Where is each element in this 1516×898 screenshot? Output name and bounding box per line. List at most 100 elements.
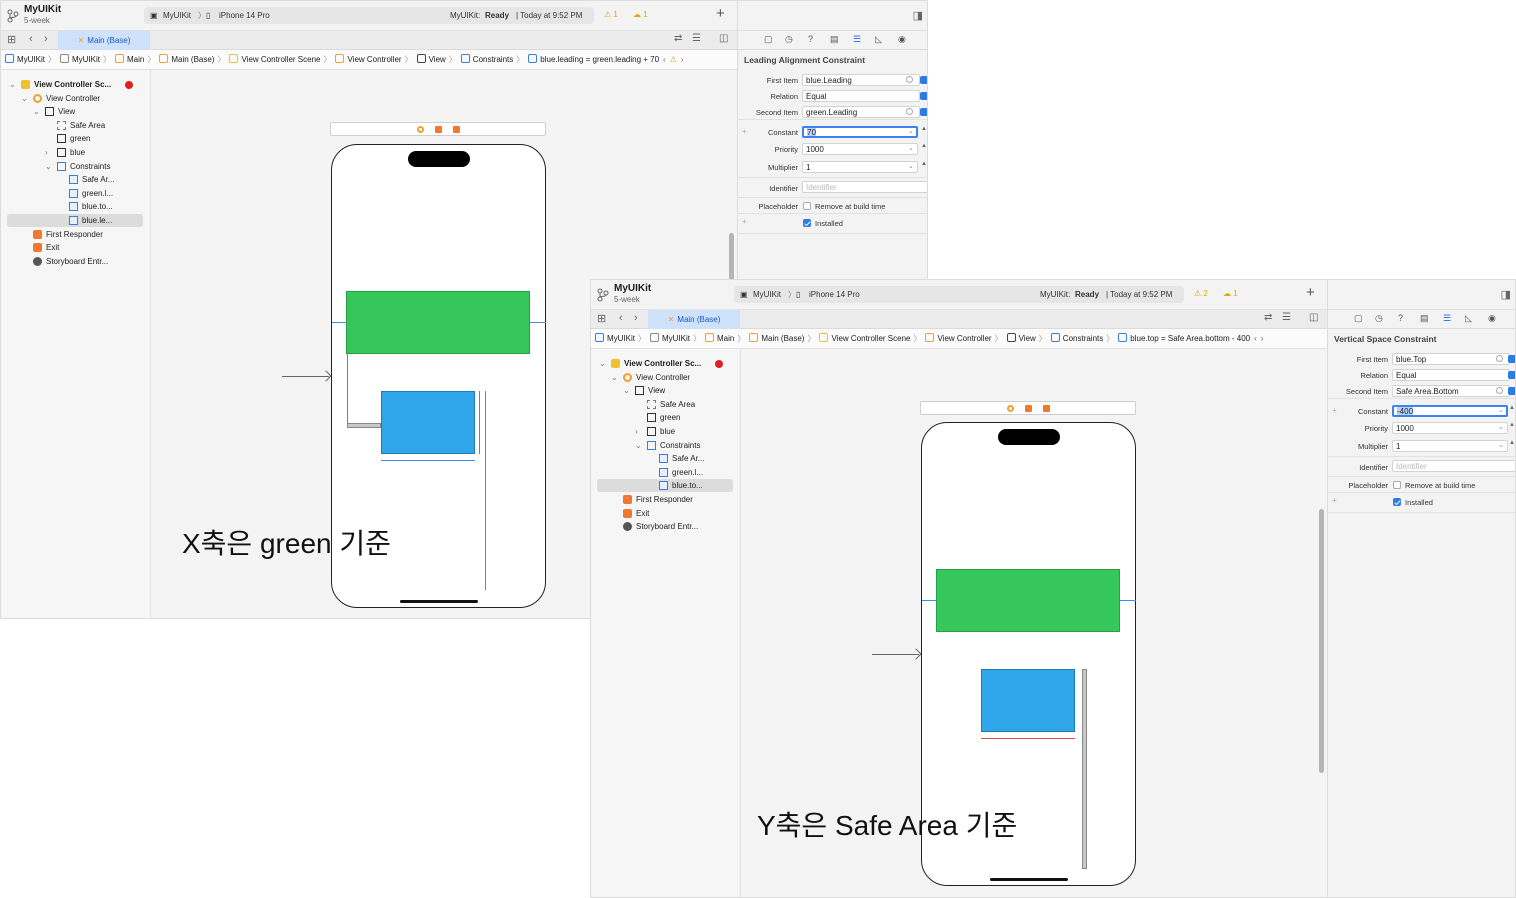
green-view[interactable] — [346, 291, 530, 354]
outline-item[interactable]: Storyboard Entr... — [597, 520, 733, 533]
issue-icon[interactable]: ☁ 1 — [633, 10, 648, 19]
breadcrumb-item[interactable]: Main — [705, 329, 734, 348]
chevron-down-icon[interactable]: ⌄ — [611, 371, 618, 384]
constant-field[interactable]: -400 — [1392, 405, 1508, 417]
outline-item[interactable]: green.l... — [597, 466, 733, 479]
scene-dock[interactable] — [330, 122, 546, 136]
priority-field[interactable]: 1000 — [1392, 422, 1508, 434]
swap-icon[interactable]: ⇄ — [674, 33, 682, 44]
outline-item[interactable]: ⌄ View Controller — [7, 92, 143, 105]
tab-main-base[interactable]: ✕ Main (Base) — [648, 310, 740, 329]
outline-item[interactable]: ⌄ View — [7, 105, 143, 118]
scrollbar[interactable] — [1319, 509, 1324, 773]
priority-field[interactable]: 1000 — [802, 143, 918, 155]
outline-item[interactable]: Safe Ar... — [7, 173, 143, 186]
outline-item[interactable]: ⌄ View — [597, 384, 733, 397]
scheme-app[interactable]: MyUIKit — [163, 7, 191, 24]
popup-button[interactable] — [920, 76, 927, 84]
stepper[interactable]: ▲ — [921, 143, 927, 155]
storyboard-canvas[interactable]: Y축은 Safe Area 기준 — [741, 349, 1327, 897]
lines-icon[interactable]: ☰ — [1282, 312, 1291, 323]
breadcrumb-item[interactable]: Main (Base) — [159, 50, 214, 69]
outline-item[interactable]: First Responder — [7, 228, 143, 241]
breadcrumb-item[interactable]: blue.leading = green.leading + 70 — [528, 50, 659, 69]
green-view[interactable] — [936, 569, 1120, 632]
add-variation-icon[interactable]: + — [1332, 406, 1337, 415]
blue-view[interactable] — [981, 669, 1075, 732]
breadcrumb-item[interactable]: View — [1006, 329, 1036, 348]
stepper[interactable]: ▲ — [1509, 405, 1515, 417]
breadcrumb-item[interactable]: MyUIKit — [650, 329, 690, 348]
first-item-field[interactable]: blue.Leading — [802, 74, 920, 86]
issue-navigation[interactable]: ‹ — [663, 50, 666, 69]
history-icon[interactable]: ◷ — [785, 34, 793, 45]
chevron-down-icon[interactable]: ⌄ — [623, 384, 630, 397]
chevron-down-icon[interactable]: ⌄ — [21, 92, 28, 105]
tab-main-base[interactable]: ✕ Main (Base) — [58, 31, 150, 50]
help-icon[interactable]: ? — [808, 34, 813, 44]
lines-icon[interactable]: ☰ — [692, 33, 701, 44]
outline-item[interactable]: ⌄ View Controller Sc... — [597, 357, 733, 370]
popup-button[interactable] — [920, 108, 927, 116]
scheme-bar[interactable]: ▣ MyUIKit 〉 ▯ iPhone 14 Pro MyUIKit: Rea… — [734, 286, 1184, 303]
connections-icon[interactable]: ◉ — [898, 34, 906, 45]
scheme-bar[interactable]: ▣ MyUIKit 〉 ▯ iPhone 14 Pro MyUIKit: Rea… — [144, 7, 594, 24]
entry-point-arrow[interactable] — [282, 376, 329, 377]
warning-icon[interactable]: ⚠ 2 — [1194, 289, 1208, 298]
breadcrumb-item[interactable]: MyUIKit — [595, 329, 635, 348]
selected-vertical-constraint[interactable] — [1082, 669, 1087, 869]
breadcrumb-item[interactable]: View Controller Scene — [229, 50, 320, 69]
attributes-icon[interactable]: ☰ — [1443, 313, 1451, 324]
constraint-line[interactable] — [332, 322, 346, 323]
error-icon[interactable] — [715, 360, 723, 368]
outline-item[interactable]: › blue — [597, 425, 733, 438]
first-responder-icon[interactable] — [435, 126, 442, 133]
identifier-field[interactable]: Identifier — [1392, 460, 1515, 472]
breadcrumb-item[interactable]: Constraints — [460, 50, 513, 69]
outline-item[interactable]: First Responder — [597, 493, 733, 506]
scheme-device[interactable]: iPhone 14 Pro — [809, 286, 860, 303]
relation-field[interactable]: Equal — [1392, 369, 1510, 381]
split-editor-icon[interactable]: ◫ — [719, 33, 728, 44]
issue-navigation[interactable]: › — [1261, 329, 1264, 348]
back-button[interactable]: ‹ — [619, 312, 623, 324]
constraint-line[interactable] — [922, 600, 936, 601]
outline-item[interactable]: Storyboard Entr... — [7, 255, 143, 268]
constraint-line[interactable] — [347, 354, 348, 424]
constraint-line[interactable] — [485, 391, 486, 590]
size-icon[interactable]: ◺ — [1465, 313, 1472, 324]
outline-item[interactable]: Safe Area — [7, 119, 143, 132]
constant-field[interactable]: 70 — [802, 126, 918, 138]
popup-button[interactable] — [920, 92, 927, 100]
popup-button[interactable] — [1508, 355, 1515, 363]
installed-checkbox[interactable] — [1393, 498, 1401, 506]
add-variation-icon[interactable]: + — [742, 217, 747, 226]
stepper[interactable]: ▲ — [921, 161, 927, 173]
issue-icon[interactable]: ☁ 1 — [1223, 289, 1238, 298]
grid-icon[interactable]: ⊞ — [7, 33, 16, 46]
warning-icon[interactable]: ⚠ 1 — [604, 10, 618, 19]
multiplier-field[interactable]: 1 — [802, 161, 918, 173]
info-icon[interactable] — [906, 76, 913, 83]
breadcrumb-item[interactable]: View Controller — [925, 329, 992, 348]
constraint-line[interactable] — [1120, 600, 1136, 601]
stepper[interactable]: ▲ — [921, 126, 927, 138]
identity-icon[interactable]: ▤ — [830, 34, 839, 45]
selected-leading-constraint[interactable] — [347, 423, 381, 428]
outline-item[interactable]: ⌄ Constraints — [597, 439, 733, 452]
constraint-line[interactable] — [381, 460, 475, 461]
stepper[interactable]: ▲ — [1509, 422, 1515, 434]
stepper[interactable]: ▲ — [1509, 440, 1515, 452]
breadcrumb-item[interactable]: MyUIKit — [5, 50, 45, 69]
scheme-device[interactable]: iPhone 14 Pro — [219, 7, 270, 24]
chevron-down-icon[interactable]: ⌄ — [599, 357, 606, 370]
placeholder-checkbox[interactable] — [803, 202, 811, 210]
scheme-app[interactable]: MyUIKit — [753, 286, 781, 303]
constraint-line[interactable] — [479, 391, 480, 454]
chevron-down-icon[interactable]: ⌄ — [9, 78, 16, 91]
chevron-right-icon[interactable]: › — [45, 146, 48, 159]
warning-icon[interactable]: ⚠ — [670, 50, 677, 69]
first-item-field[interactable]: blue.Top — [1392, 353, 1510, 365]
breadcrumb-item[interactable]: View Controller — [335, 50, 402, 69]
scrollbar[interactable] — [729, 233, 734, 281]
